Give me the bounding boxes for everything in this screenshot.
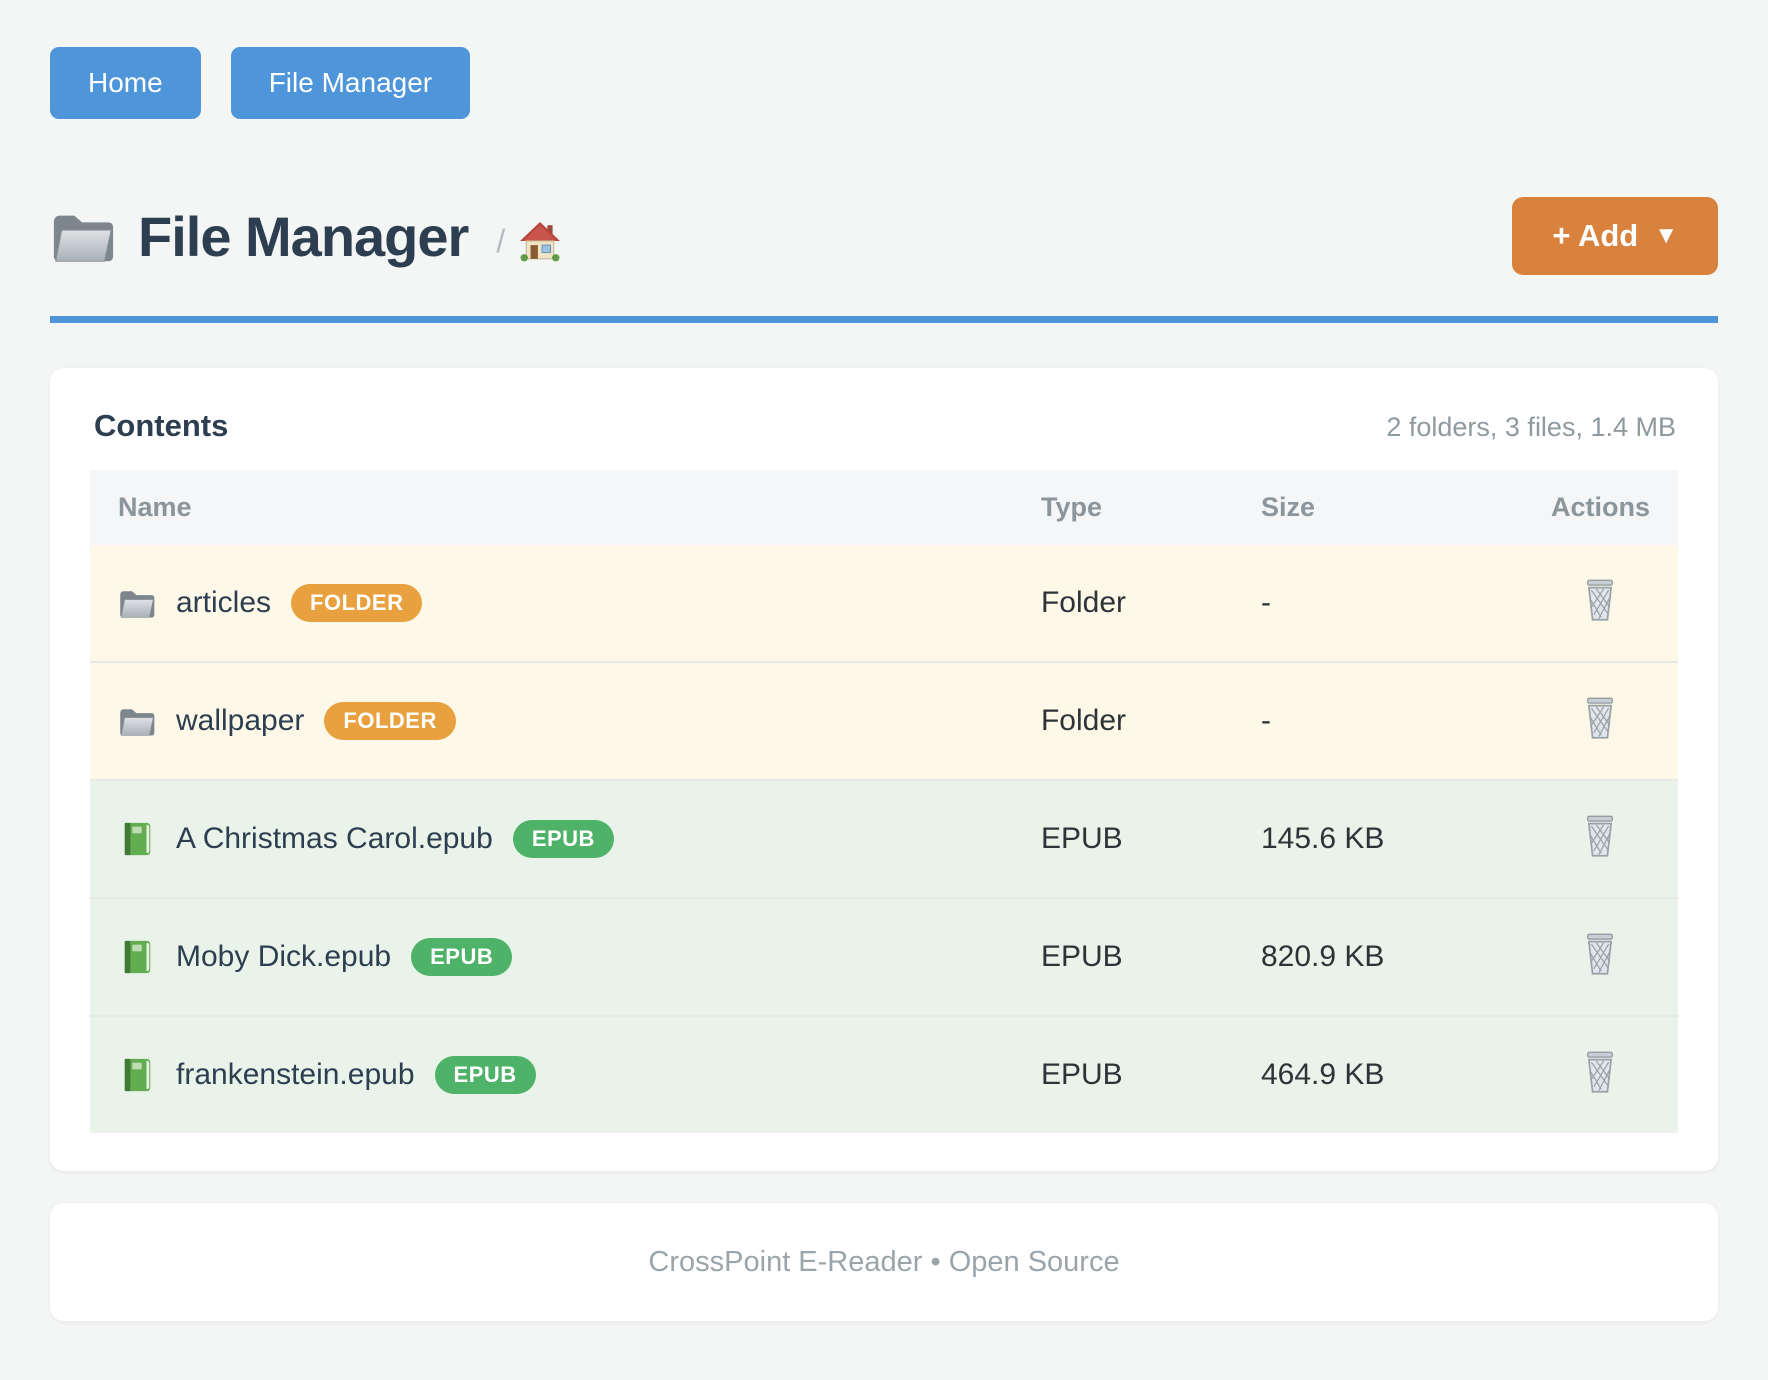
trash-icon	[1582, 815, 1618, 857]
file-size: 464.9 KB	[1233, 1016, 1523, 1133]
file-manager-page: Home File Manager File Manager / + Add ▼…	[0, 0, 1768, 1380]
folder-icon	[50, 207, 116, 265]
contents-card: Contents 2 folders, 3 files, 1.4 MB Name…	[50, 368, 1718, 1171]
delete-button[interactable]	[1580, 813, 1620, 859]
trash-icon	[1582, 1051, 1618, 1093]
trash-icon	[1582, 697, 1618, 739]
contents-card-header: Contents 2 folders, 3 files, 1.4 MB	[90, 408, 1678, 470]
file-type: Folder	[1013, 545, 1233, 662]
column-header-actions: Actions	[1523, 470, 1678, 545]
nav-file-manager-button[interactable]: File Manager	[231, 47, 470, 119]
contents-title: Contents	[94, 408, 228, 444]
book-icon	[118, 821, 156, 857]
column-header-name: Name	[90, 470, 1013, 545]
file-size: 145.6 KB	[1233, 780, 1523, 898]
file-name-link[interactable]: A Christmas Carol.epub	[176, 822, 493, 856]
file-size: -	[1233, 662, 1523, 780]
file-size: 820.9 KB	[1233, 898, 1523, 1016]
folder-icon	[118, 703, 156, 739]
add-button-label: + Add	[1552, 218, 1638, 254]
folder-icon	[118, 585, 156, 621]
book-icon	[118, 939, 156, 975]
page-header: File Manager / + Add ▼	[50, 197, 1718, 275]
file-type: EPUB	[1013, 780, 1233, 898]
top-navigation: Home File Manager	[50, 47, 1718, 119]
trash-icon	[1582, 933, 1618, 975]
nav-home-button[interactable]: Home	[50, 47, 201, 119]
epub-badge: EPUB	[411, 938, 512, 976]
folder-badge: FOLDER	[324, 702, 455, 740]
header-divider	[50, 316, 1718, 323]
delete-button[interactable]	[1580, 931, 1620, 977]
add-button[interactable]: + Add ▼	[1512, 197, 1718, 275]
page-title: File Manager	[138, 204, 468, 269]
file-name-link[interactable]: Moby Dick.epub	[176, 940, 391, 974]
file-name-link[interactable]: articles	[176, 586, 271, 620]
file-name-link[interactable]: frankenstein.epub	[176, 1058, 415, 1092]
file-type: EPUB	[1013, 898, 1233, 1016]
chevron-down-icon: ▼	[1654, 222, 1678, 250]
table-row: frankenstein.epub EPUB EPUB 464.9 KB	[90, 1016, 1678, 1133]
folder-badge: FOLDER	[291, 584, 422, 622]
file-type: Folder	[1013, 662, 1233, 780]
delete-button[interactable]	[1580, 1049, 1620, 1095]
table-row: wallpaper FOLDER Folder -	[90, 662, 1678, 780]
house-icon[interactable]	[519, 221, 561, 263]
delete-button[interactable]	[1580, 577, 1620, 623]
file-type: EPUB	[1013, 1016, 1233, 1133]
book-icon	[118, 1057, 156, 1093]
delete-button[interactable]	[1580, 695, 1620, 741]
footer: CrossPoint E-Reader • Open Source	[50, 1203, 1718, 1321]
footer-text: CrossPoint E-Reader • Open Source	[648, 1246, 1119, 1279]
epub-badge: EPUB	[435, 1056, 536, 1094]
epub-badge: EPUB	[513, 820, 614, 858]
contents-summary: 2 folders, 3 files, 1.4 MB	[1386, 412, 1676, 443]
table-row: Moby Dick.epub EPUB EPUB 820.9 KB	[90, 898, 1678, 1016]
title-group: File Manager /	[50, 204, 561, 269]
file-table: Name Type Size Actions articles FOLDER	[90, 470, 1678, 1133]
table-row: A Christmas Carol.epub EPUB EPUB 145.6 K…	[90, 780, 1678, 898]
table-row: articles FOLDER Folder -	[90, 545, 1678, 662]
column-header-type: Type	[1013, 470, 1233, 545]
table-header-row: Name Type Size Actions	[90, 470, 1678, 545]
file-name-link[interactable]: wallpaper	[176, 704, 304, 738]
file-size: -	[1233, 545, 1523, 662]
column-header-size: Size	[1233, 470, 1523, 545]
breadcrumb-separator: /	[496, 223, 505, 260]
trash-icon	[1582, 579, 1618, 621]
